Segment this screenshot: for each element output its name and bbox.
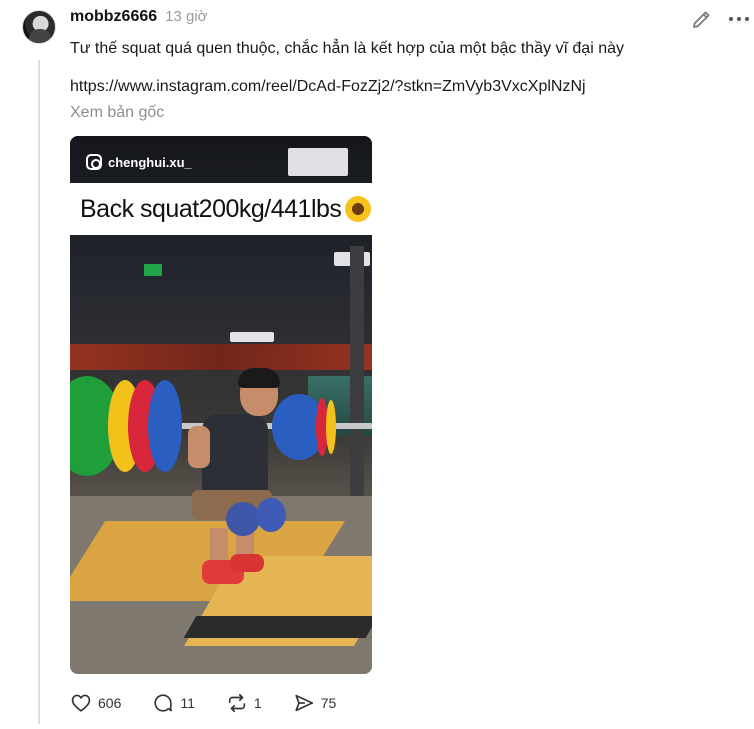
- lifter-arm: [188, 426, 210, 468]
- like-button[interactable]: 606: [70, 692, 121, 714]
- red-wall-strip: [70, 344, 372, 370]
- thread-line: [38, 60, 40, 724]
- post-link[interactable]: https://www.instagram.com/reel/DcAd-FozZ…: [70, 78, 586, 96]
- video-handle-text: chenghui.xu_: [108, 154, 192, 170]
- knee-sleeve: [256, 498, 286, 532]
- post-text: Tư thế squat quá quen thuộc, chắc hẳn là…: [70, 40, 624, 57]
- pencil-icon[interactable]: [690, 7, 714, 31]
- share-button[interactable]: 75: [293, 692, 337, 714]
- reply-button[interactable]: 11: [152, 692, 195, 714]
- repost-button[interactable]: 1: [226, 692, 262, 714]
- exit-sign: [144, 264, 162, 276]
- video-caption: Back squat200kg/441lbs: [70, 183, 372, 235]
- lifter-torso: [202, 414, 268, 496]
- weight-plate: [326, 400, 336, 454]
- see-original-link[interactable]: Xem bản gốc: [70, 104, 164, 122]
- reply-count: 11: [180, 695, 195, 711]
- heart-icon: [71, 694, 91, 712]
- send-icon: [295, 694, 313, 712]
- sunflower-icon: [345, 196, 372, 222]
- knee-sleeve: [226, 502, 260, 536]
- repost-icon: [228, 693, 246, 713]
- like-count: 606: [98, 695, 122, 711]
- more-dots-icon[interactable]: [727, 8, 751, 30]
- lifter-hair: [238, 368, 280, 388]
- platform-edge: [183, 616, 372, 638]
- video-handle: chenghui.xu_: [86, 154, 192, 170]
- squat-rack: [350, 246, 364, 496]
- avatar[interactable]: [22, 10, 56, 44]
- ceiling-light: [288, 148, 348, 176]
- post-time[interactable]: 13 giờ: [165, 8, 207, 25]
- video-media[interactable]: chenghui.xu_ Back squat200kg/441lbs: [70, 136, 372, 674]
- post-header: mobbz6666 13 giờ: [70, 8, 208, 26]
- weight-plate: [148, 380, 182, 472]
- lifting-shoe: [230, 554, 264, 572]
- share-count: 75: [320, 695, 337, 711]
- username[interactable]: mobbz6666: [70, 8, 157, 26]
- video-caption-text: Back squat200kg/441lbs: [80, 194, 342, 223]
- instagram-icon: [86, 154, 102, 170]
- comment-bubble-icon: [154, 694, 173, 712]
- repost-count: 1: [253, 695, 262, 711]
- action-bar: 606 11 1 75: [70, 692, 336, 714]
- ceiling-light: [230, 332, 274, 342]
